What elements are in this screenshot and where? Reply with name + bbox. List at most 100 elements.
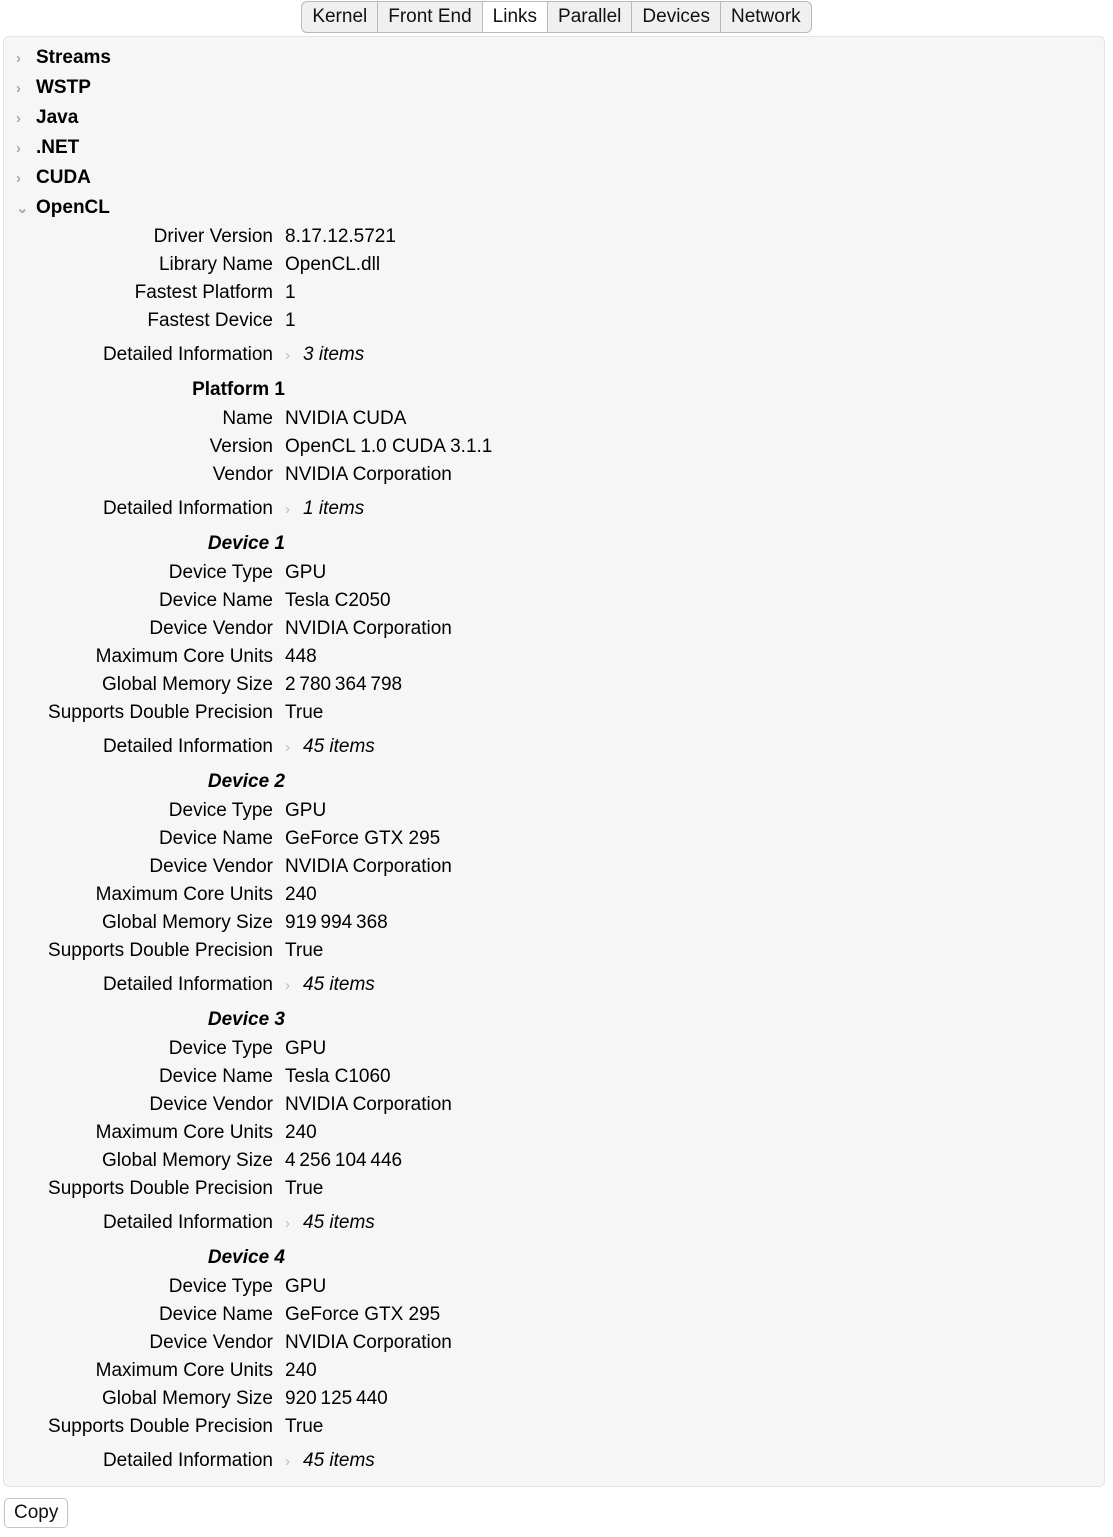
property-row: Driver Version 8.17.12.5721 bbox=[4, 223, 1104, 251]
platform-heading-label: Platform 1 bbox=[192, 379, 285, 400]
property-row: Library Name OpenCL.dll bbox=[4, 251, 1104, 279]
property-row: Vendor NVIDIA Corporation bbox=[4, 461, 1104, 489]
chevron-right-icon[interactable]: › bbox=[285, 347, 303, 364]
device-heading: Device 3 bbox=[4, 1005, 1104, 1035]
property-label: Global Memory Size bbox=[101, 1150, 273, 1171]
chevron-right-icon[interactable]: › bbox=[285, 1215, 303, 1232]
chevron-right-icon[interactable]: › bbox=[16, 111, 36, 126]
tree-node-label: WSTP bbox=[36, 77, 91, 98]
detailed-information-label: Detailed Information bbox=[102, 344, 273, 365]
tree-node-streams[interactable]: › Streams bbox=[4, 43, 1104, 73]
device-heading: Device 4 bbox=[4, 1243, 1104, 1273]
detailed-information-item-count: 45 items bbox=[303, 974, 375, 995]
detailed-information-row[interactable]: Detailed Information › 1 items bbox=[4, 489, 1104, 529]
property-value: GeForce GTX 295 bbox=[285, 828, 441, 849]
property-value: 1 bbox=[285, 282, 296, 303]
property-value: GPU bbox=[285, 562, 327, 583]
detailed-information-label: Detailed Information bbox=[102, 1450, 273, 1471]
detailed-information-item-count: 45 items bbox=[303, 1212, 375, 1233]
tree-node-net[interactable]: › .NET bbox=[4, 133, 1104, 163]
property-label: Maximum Core Units bbox=[95, 1122, 273, 1143]
property-row: Device Name Tesla C2050 bbox=[4, 587, 1104, 615]
detailed-information-label: Detailed Information bbox=[102, 498, 273, 519]
tab-devices[interactable]: Devices bbox=[632, 2, 720, 32]
tab-bar: Kernel Front End Links Parallel Devices Netwo… bbox=[0, 0, 1113, 36]
detailed-information-row[interactable]: Detailed Information › 45 items bbox=[4, 1203, 1104, 1243]
property-label: Maximum Core Units bbox=[95, 646, 273, 667]
tree-node-wstp[interactable]: › WSTP bbox=[4, 73, 1104, 103]
property-row: Device Vendor NVIDIA Corporation bbox=[4, 1329, 1104, 1357]
tab-network[interactable]: Network bbox=[720, 2, 811, 32]
property-row: Supports Double Precision True bbox=[4, 699, 1104, 727]
property-label: Fastest Device bbox=[147, 310, 273, 331]
property-label: Device Name bbox=[158, 1066, 273, 1087]
property-row: Device Vendor NVIDIA Corporation bbox=[4, 853, 1104, 881]
chevron-right-icon[interactable]: › bbox=[16, 81, 36, 96]
property-label: Device Type bbox=[168, 1038, 273, 1059]
chevron-right-icon[interactable]: › bbox=[285, 1453, 303, 1470]
detailed-information-row[interactable]: Detailed Information › 45 items bbox=[4, 1441, 1104, 1481]
detailed-information-row[interactable]: Detailed Information › 3 items bbox=[4, 335, 1104, 375]
property-label: Supports Double Precision bbox=[48, 702, 273, 723]
property-value: 919 994 368 bbox=[285, 912, 388, 933]
detailed-information-item-count: 3 items bbox=[303, 344, 365, 365]
chevron-right-icon[interactable]: › bbox=[16, 51, 36, 66]
property-label: Device Type bbox=[168, 1276, 273, 1297]
property-row: Maximum Core Units 448 bbox=[4, 643, 1104, 671]
property-value: 240 bbox=[285, 1122, 317, 1143]
tree-node-cuda[interactable]: › CUDA bbox=[4, 163, 1104, 193]
system-information-panel: › Streams › WSTP › Java › .NET › CUDA ⌄ OpenCL Drive… bbox=[3, 36, 1105, 1487]
detailed-information-label: Detailed Information bbox=[102, 1212, 273, 1233]
property-label: Library Name bbox=[158, 254, 273, 275]
property-label: Global Memory Size bbox=[101, 912, 273, 933]
device-heading: Device 1 bbox=[4, 529, 1104, 559]
device-heading: Device 2 bbox=[4, 767, 1104, 797]
property-value: True bbox=[285, 702, 324, 723]
property-row: Maximum Core Units 240 bbox=[4, 1357, 1104, 1385]
property-value: NVIDIA Corporation bbox=[285, 1094, 452, 1115]
property-row: Device Vendor NVIDIA Corporation bbox=[4, 1091, 1104, 1119]
property-label: Driver Version bbox=[153, 226, 273, 247]
tab-front-end[interactable]: Front End bbox=[378, 2, 482, 32]
property-row: Device Vendor NVIDIA Corporation bbox=[4, 615, 1104, 643]
platform-heading: Platform 1 bbox=[4, 375, 1104, 405]
property-value: 1 bbox=[285, 310, 296, 331]
tree-node-label: .NET bbox=[36, 137, 80, 158]
tree-node-java[interactable]: › Java bbox=[4, 103, 1104, 133]
property-row: Name NVIDIA CUDA bbox=[4, 405, 1104, 433]
chevron-down-icon[interactable]: ⌄ bbox=[16, 201, 36, 216]
property-label: Version bbox=[209, 436, 273, 457]
tree-node-label: CUDA bbox=[36, 167, 91, 188]
tab-parallel[interactable]: Parallel bbox=[548, 2, 632, 32]
copy-button[interactable]: Copy bbox=[4, 1498, 69, 1528]
tab-strip: Kernel Front End Links Parallel Devices Netwo… bbox=[302, 2, 811, 32]
chevron-right-icon[interactable]: › bbox=[285, 977, 303, 994]
property-value: 240 bbox=[285, 1360, 317, 1381]
property-row: Device Name GeForce GTX 295 bbox=[4, 1301, 1104, 1329]
property-row: Supports Double Precision True bbox=[4, 1413, 1104, 1441]
property-label: Supports Double Precision bbox=[48, 1416, 273, 1437]
property-value: GPU bbox=[285, 800, 327, 821]
property-row: Fastest Device 1 bbox=[4, 307, 1104, 335]
tab-kernel[interactable]: Kernel bbox=[302, 2, 378, 32]
property-label: Device Vendor bbox=[149, 1094, 273, 1115]
property-label: Global Memory Size bbox=[101, 1388, 273, 1409]
device-heading-label: Device 1 bbox=[207, 533, 285, 554]
tab-links[interactable]: Links bbox=[482, 2, 548, 32]
detailed-information-item-count: 45 items bbox=[303, 736, 375, 757]
chevron-right-icon[interactable]: › bbox=[285, 739, 303, 756]
tree-node-opencl[interactable]: ⌄ OpenCL bbox=[4, 193, 1104, 223]
tree-node-database[interactable]: ›Database bbox=[4, 1481, 1104, 1486]
detailed-information-row[interactable]: Detailed Information › 45 items bbox=[4, 965, 1104, 1005]
property-row: Fastest Platform 1 bbox=[4, 279, 1104, 307]
property-label: Supports Double Precision bbox=[48, 940, 273, 961]
property-value: GPU bbox=[285, 1276, 327, 1297]
device-heading-label: Device 3 bbox=[207, 1009, 285, 1030]
chevron-right-icon[interactable]: › bbox=[16, 141, 36, 156]
chevron-right-icon[interactable]: › bbox=[285, 501, 303, 518]
detailed-information-row[interactable]: Detailed Information › 45 items bbox=[4, 727, 1104, 767]
footer-bar: Copy bbox=[0, 1494, 1113, 1537]
property-label: Maximum Core Units bbox=[95, 1360, 273, 1381]
property-label: Fastest Platform bbox=[134, 282, 273, 303]
chevron-right-icon[interactable]: › bbox=[16, 171, 36, 186]
